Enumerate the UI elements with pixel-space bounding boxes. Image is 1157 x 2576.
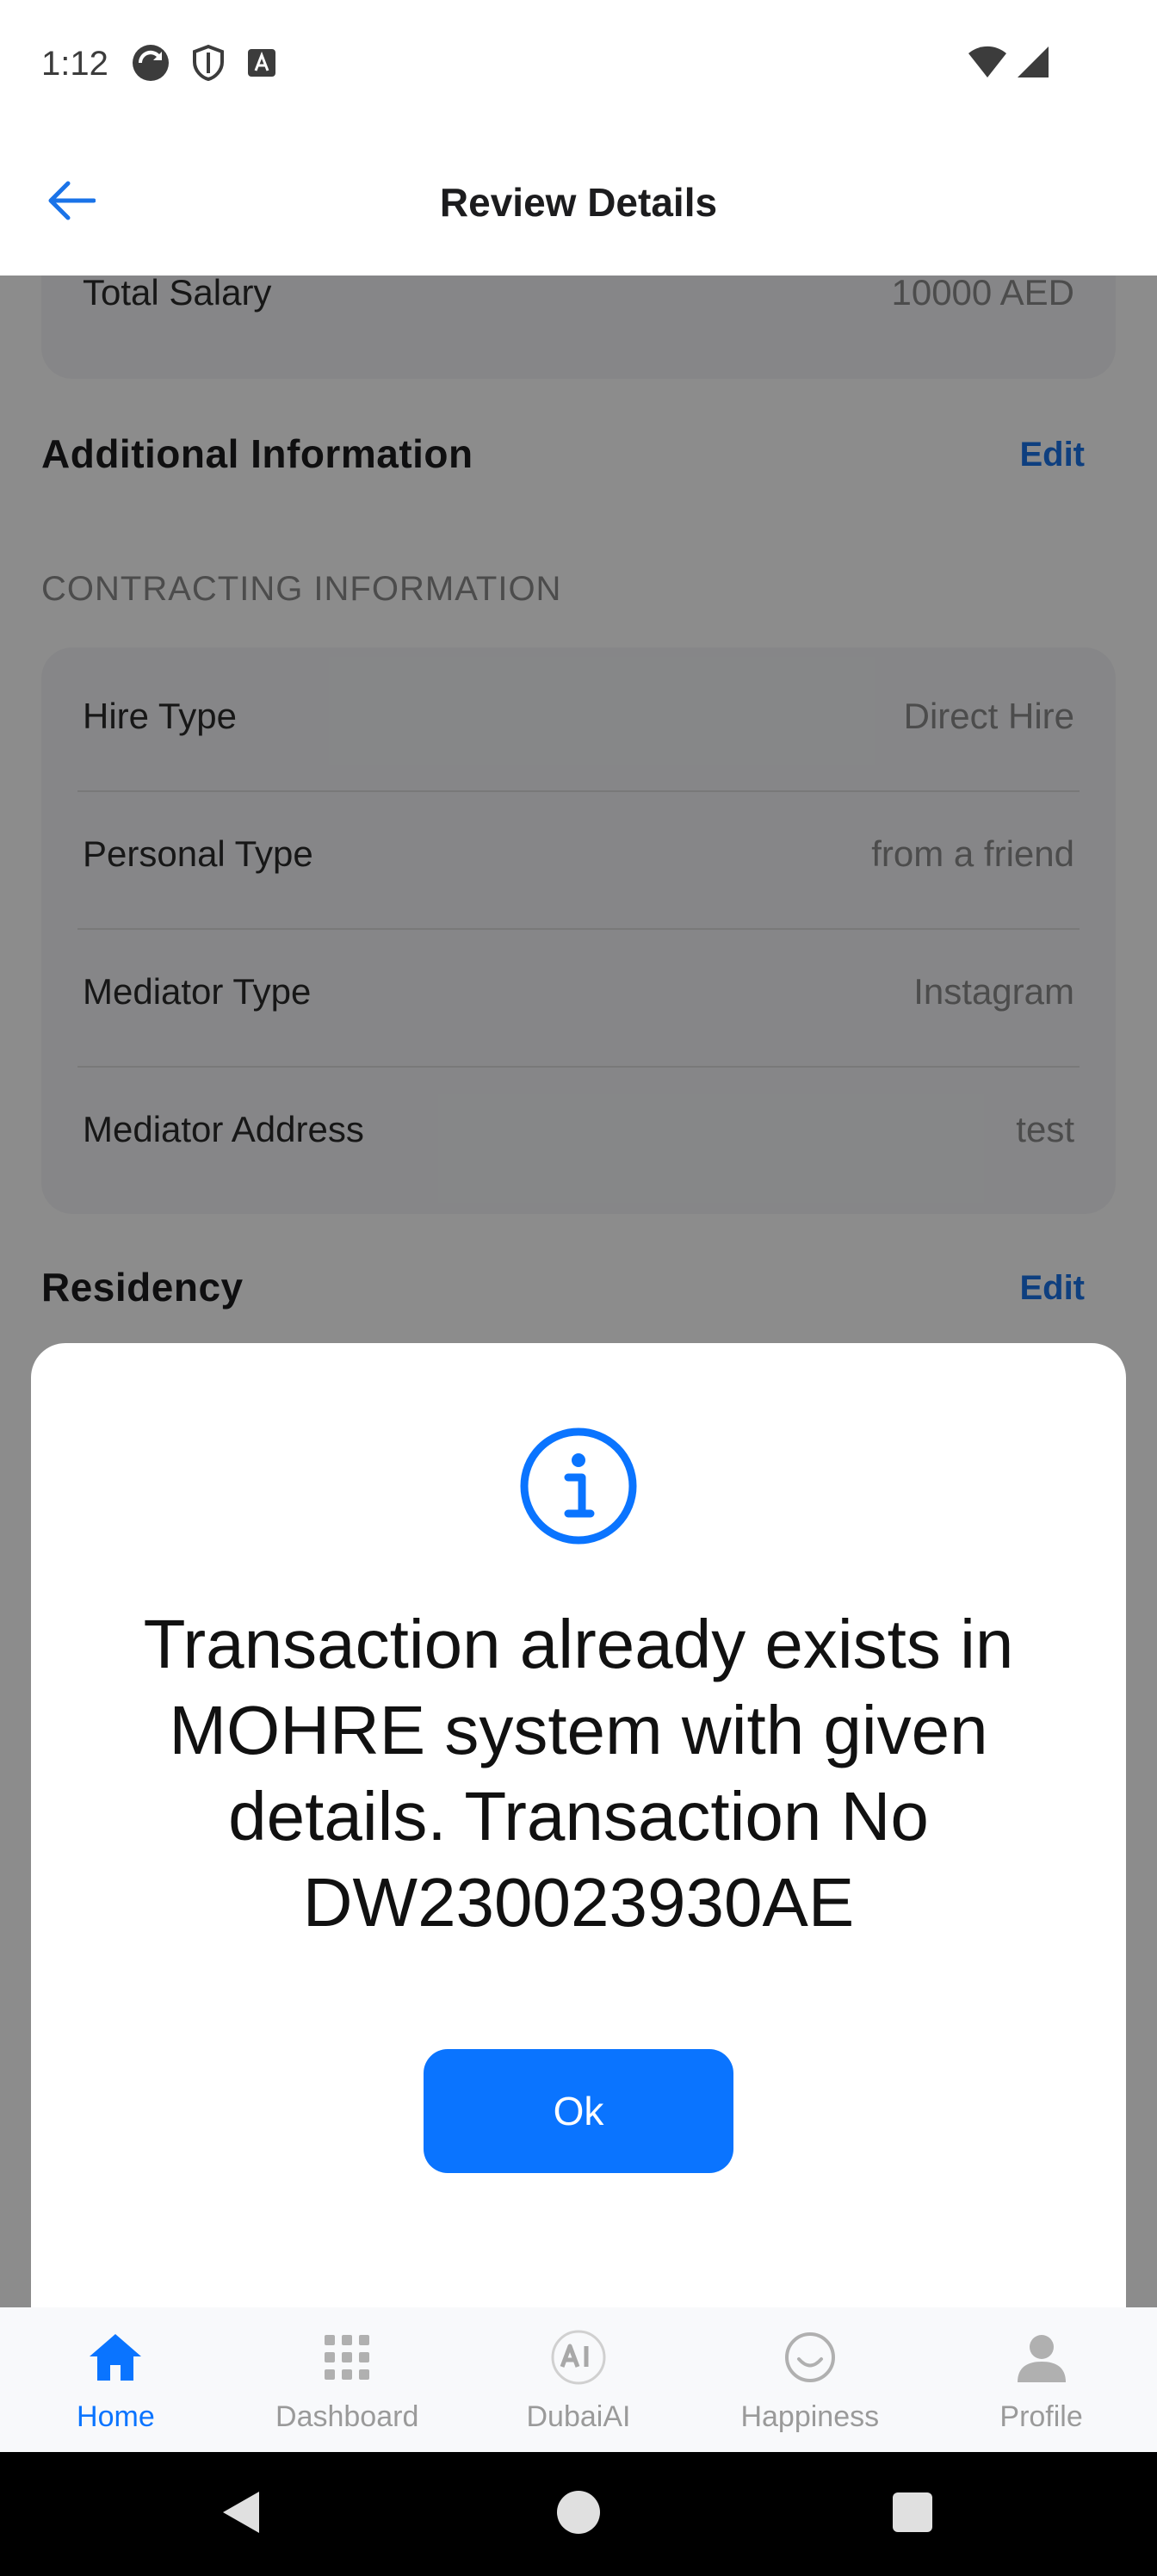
nav-label-home: Home [77, 2400, 155, 2433]
system-recents-button[interactable] [885, 2486, 940, 2542]
system-nav-bar [0, 2452, 1157, 2576]
page-title: Review Details [439, 180, 718, 225]
person-icon [1011, 2326, 1073, 2388]
dialog-message: Transaction already exists in MOHRE syst… [143, 1606, 1014, 1941]
home-icon [84, 2326, 146, 2388]
nav-label-happiness: Happiness [740, 2400, 880, 2433]
status-icons-right [968, 45, 1050, 84]
triangle-back-icon [220, 2488, 263, 2541]
status-bar: 1:12 [0, 0, 1157, 129]
ok-button[interactable]: Ok [424, 2049, 733, 2173]
nav-item-home[interactable]: Home [0, 2307, 232, 2452]
nav-item-profile[interactable]: Profile [925, 2307, 1157, 2452]
grid-icon [316, 2326, 378, 2388]
nav-label-dashboard: Dashboard [275, 2400, 419, 2433]
nav-item-dashboard[interactable]: Dashboard [232, 2307, 463, 2452]
nav-item-happiness[interactable]: Happiness [694, 2307, 925, 2452]
nav-label-dubaiai: DubaiAI [526, 2400, 631, 2433]
ai-icon [548, 2326, 609, 2388]
wifi-icon [968, 45, 1007, 84]
signal-icon [1016, 45, 1050, 84]
nav-label-profile: Profile [999, 2400, 1083, 2433]
system-back-button[interactable] [213, 2486, 269, 2542]
circle-home-icon [554, 2488, 603, 2541]
system-home-button[interactable] [551, 2486, 606, 2542]
status-time: 1:12 [41, 45, 108, 83]
nav-item-dubaiai[interactable]: DubaiAI [463, 2307, 695, 2452]
square-recents-icon [891, 2491, 934, 2538]
info-icon [518, 1426, 639, 1546]
app-header: Review Details [0, 129, 1157, 276]
smiley-icon [779, 2326, 841, 2388]
bottom-nav: Home Dashboard DubaiAI Happiness Profile [0, 2307, 1157, 2452]
status-icons-left [131, 43, 277, 87]
sync-icon [131, 43, 170, 87]
shield-icon [191, 44, 226, 86]
font-icon [246, 47, 277, 83]
alert-dialog: Transaction already exists in MOHRE syst… [31, 1343, 1126, 2307]
